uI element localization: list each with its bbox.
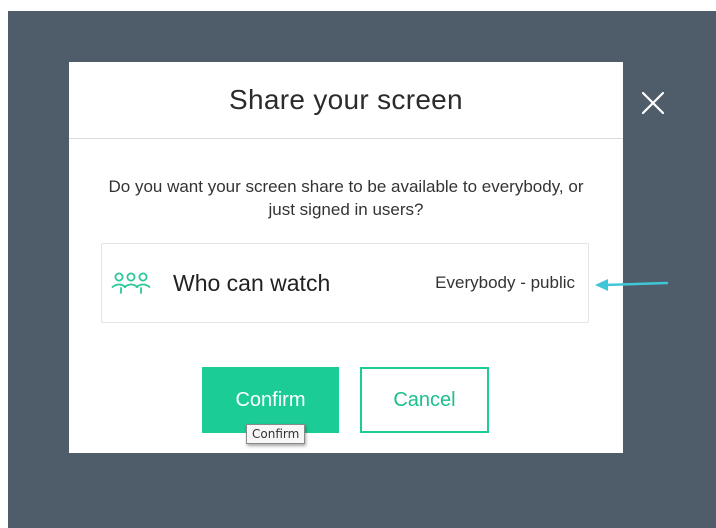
close-button[interactable]: [640, 90, 666, 116]
dialog-title: Share your screen: [229, 84, 463, 115]
people-icon: [109, 270, 153, 296]
dialog-header: Share your screen: [69, 62, 623, 139]
close-icon: [641, 91, 665, 115]
setting-value[interactable]: Everybody - public: [435, 273, 575, 293]
setting-label: Who can watch: [173, 269, 331, 296]
share-screen-dialog: Share your screen Do you want your scree…: [69, 62, 623, 453]
arrow-left-icon: [595, 279, 669, 291]
who-can-watch-setting[interactable]: Who can watch Everybody - public: [101, 243, 589, 323]
cancel-button[interactable]: Cancel: [360, 367, 489, 433]
dialog-prompt: Do you want your screen share to be avai…: [108, 177, 584, 219]
confirm-tooltip: Confirm: [246, 424, 306, 444]
